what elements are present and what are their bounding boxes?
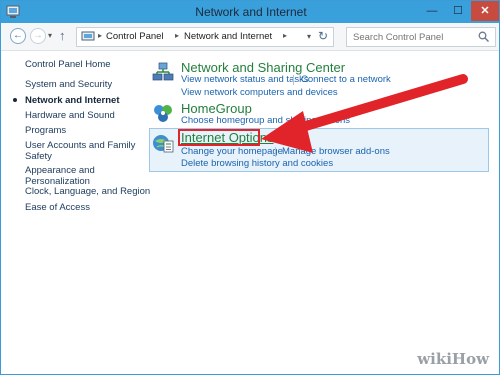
sidebar-item-user-accounts[interactable]: User Accounts and Family Safety <box>25 140 135 162</box>
navigation-bar: ← → ▾ ↑ ▸ Control Panel ▸ Network and In… <box>1 23 499 51</box>
breadcrumb-control-panel[interactable]: Control Panel <box>106 31 164 42</box>
sidebar-item-appearance[interactable]: Appearance and Personalization <box>25 165 95 187</box>
sidebar-item-system-and-security[interactable]: System and Security <box>25 79 112 90</box>
annotation-highlight-box <box>178 129 260 146</box>
active-item-bullet <box>13 98 17 102</box>
network-sharing-icon <box>152 62 174 81</box>
annotation-arrow <box>261 74 468 153</box>
breadcrumb-separator: ▸ <box>175 31 180 40</box>
breadcrumb-separator: ▸ <box>98 31 103 40</box>
back-button[interactable]: ← <box>10 28 26 44</box>
close-button[interactable]: ✕ <box>471 1 499 21</box>
sidebar-item-hardware-and-sound[interactable]: Hardware and Sound <box>25 110 115 121</box>
up-button[interactable]: ↑ <box>59 28 66 43</box>
address-history-dropdown[interactable]: ▾ <box>307 32 311 41</box>
homegroup-icon <box>154 105 172 122</box>
sidebar-item-programs[interactable]: Programs <box>25 125 66 136</box>
sidebar: Control Panel Home System and Security N… <box>1 52 150 352</box>
sidebar-item-label: User Accounts and Family <box>25 140 136 151</box>
search-icon[interactable] <box>478 31 489 42</box>
wikihow-watermark: wikiHow <box>417 350 489 368</box>
maximize-button[interactable]: ☐ <box>445 1 471 21</box>
sidebar-item-label-continued: Safety <box>25 151 52 162</box>
sidebar-item-control-panel-home[interactable]: Control Panel Home <box>25 59 111 70</box>
homegroup-title[interactable]: HomeGroup <box>181 101 252 116</box>
minimize-button[interactable]: — <box>419 1 445 21</box>
sidebar-item-clock-language-region[interactable]: Clock, Language, and Region <box>25 186 150 197</box>
sidebar-item-label: Appearance and <box>25 165 95 176</box>
recent-pages-dropdown[interactable]: ▾ <box>48 31 52 40</box>
breadcrumb-separator: ▸ <box>283 31 288 40</box>
forward-button[interactable]: → <box>30 28 46 44</box>
search-box[interactable] <box>346 27 496 47</box>
control-panel-window: Network and Internet — ☐ ✕ ← → ▾ ↑ ▸ Con… <box>0 0 500 375</box>
refresh-icon[interactable]: ↻ <box>318 29 328 43</box>
breadcrumb-network-and-internet[interactable]: Network and Internet <box>184 31 272 42</box>
address-bar[interactable]: ▸ Control Panel ▸ Network and Internet ▸… <box>76 27 334 47</box>
search-input[interactable] <box>353 30 471 44</box>
sidebar-item-network-and-internet[interactable]: Network and Internet <box>25 95 120 106</box>
sidebar-item-ease-of-access[interactable]: Ease of Access <box>25 202 90 213</box>
internet-options-icon <box>153 135 174 153</box>
title-bar: Network and Internet — ☐ ✕ <box>1 1 499 23</box>
control-panel-icon <box>81 31 95 41</box>
